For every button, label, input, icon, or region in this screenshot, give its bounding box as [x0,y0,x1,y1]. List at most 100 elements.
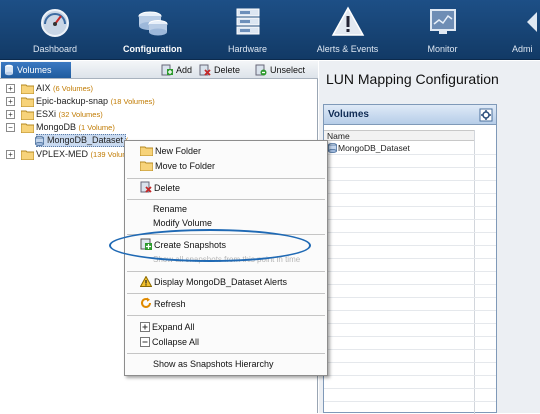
expand-all-icon [140,322,150,332]
refresh-icon [141,297,151,308]
folder-open-icon [21,123,34,133]
expand-toggle[interactable]: + [6,110,15,119]
folder-icon [139,146,154,157]
grid-line [324,284,496,285]
column-header-name[interactable]: Name [324,130,474,141]
column-separator [474,130,475,414]
grid-line [324,180,496,181]
grid-line [324,388,496,389]
menu-item-move-to-folder[interactable]: Move to Folder [139,159,215,173]
nav-monitor[interactable]: Monitor [400,0,485,60]
nav-monitor-label: Monitor [427,44,458,54]
grid-line [324,323,496,324]
tree-item-count: (6 Volumes) [53,84,94,93]
nav-admin[interactable]: Admi [500,0,540,60]
warning-icon [139,275,153,287]
menu-item-collapse-all[interactable]: Collapse All [140,335,199,349]
volumes-list-title: Volumes [328,109,369,120]
menu-item-refresh[interactable]: Refresh [140,297,186,311]
volume-icon [328,143,337,153]
volumes-list-panel: Volumes Name MongoDB_Dataset [323,104,497,414]
menu-separator [127,271,325,272]
dashboard-gauge-icon [41,9,69,37]
menu-item-new-folder[interactable]: New Folder [139,144,201,158]
folder-icon [21,110,34,120]
delete-volume-icon [199,64,211,76]
nav-dashboard[interactable]: Dashboard [10,0,100,60]
menu-item-show-snapshots-hierarchy[interactable]: Show as Snapshots Hierarchy [153,357,274,371]
grid-line [324,167,496,168]
menu-separator [127,315,325,316]
volumes-list-header: Volumes [324,105,496,125]
volumes-panel-header: Volumes Add Delete Unselect [0,61,318,79]
nav-alerts-events-label: Alerts & Events [316,44,379,54]
grid-line [324,297,496,298]
volumes-tab[interactable]: Volumes [1,62,71,78]
add-button-label: Add [176,65,193,75]
menu-separator [127,353,325,354]
grid-line [324,271,496,272]
menu-item-modify-volume[interactable]: Modify Volume [153,216,212,230]
lun-mapping-panel: LUN Mapping Configuration Volumes Name M… [319,61,540,414]
grid-line [324,401,496,402]
unselect-icon [255,64,267,76]
grid-line [324,258,496,259]
collapse-toggle[interactable]: − [6,123,15,132]
folder-icon [21,97,34,107]
nav-admin-label: Admi [512,44,533,54]
expand-toggle[interactable]: + [6,150,15,159]
grid-line [324,349,496,350]
table-row[interactable]: MongoDB_Dataset [326,142,410,154]
unselect-button-label: Unselect [270,65,306,75]
nav-alerts-events[interactable]: Alerts & Events [300,0,395,60]
collapse-all-icon [140,337,150,347]
folder-icon [21,150,34,160]
hardware-server-icon [236,8,259,35]
folder-icon [21,84,34,94]
grid-line [324,245,496,246]
grid-line [324,375,496,376]
menu-separator [127,178,325,179]
menu-separator [127,293,325,294]
configuration-disks-icon [138,11,167,36]
menu-item-display-alerts[interactable]: Display MongoDB_Dataset Alerts [139,275,287,289]
tree-item-name: MongoDB_Dataset [47,135,124,145]
folder-icon [139,161,154,172]
settings-icon[interactable] [479,108,493,122]
grid-line [324,154,496,155]
tree-item-name: Epic-backup-snap [36,96,109,106]
expand-toggle[interactable]: + [6,84,15,93]
add-button[interactable]: Add [161,63,192,77]
grid-line [324,310,496,311]
delete-button[interactable]: Delete [199,63,240,77]
nav-configuration[interactable]: Configuration [110,0,195,60]
menu-item-expand-all[interactable]: Expand All [140,320,195,334]
menu-separator [127,199,325,200]
grid-line [324,219,496,220]
admin-icon [527,12,537,32]
table-cell-name: MongoDB_Dataset [338,143,410,153]
tree-item-name: MongoDB [36,122,77,132]
alerts-warning-icon [331,6,364,36]
tree-item-count: (1 Volume) [78,123,115,132]
delete-button-label: Delete [214,65,241,75]
volumes-tab-label: Volumes [17,65,52,75]
grid-line [324,206,496,207]
menu-item-delete[interactable]: Delete [140,181,180,195]
nav-hardware[interactable]: Hardware [205,0,290,60]
nav-dashboard-label: Dashboard [32,44,78,54]
nav-configuration-label: Configuration [123,44,182,54]
nav-hardware-label: Hardware [227,44,267,54]
menu-item-rename[interactable]: Rename [153,202,187,216]
grid-line [324,193,496,194]
tree-item-name: VPLEX-MED [36,149,89,159]
tree-item-name: AIX [36,83,51,93]
top-navigation: Dashboard Configuration Hardware Alerts … [0,0,540,60]
page-title: LUN Mapping Configuration [326,71,499,87]
tree-item-name: ESXi [36,109,57,119]
highlight-ellipse [109,229,311,262]
expand-toggle[interactable]: + [6,97,15,106]
unselect-button[interactable]: Unselect [255,63,305,77]
grid-line [324,362,496,363]
grid-line [324,232,496,233]
